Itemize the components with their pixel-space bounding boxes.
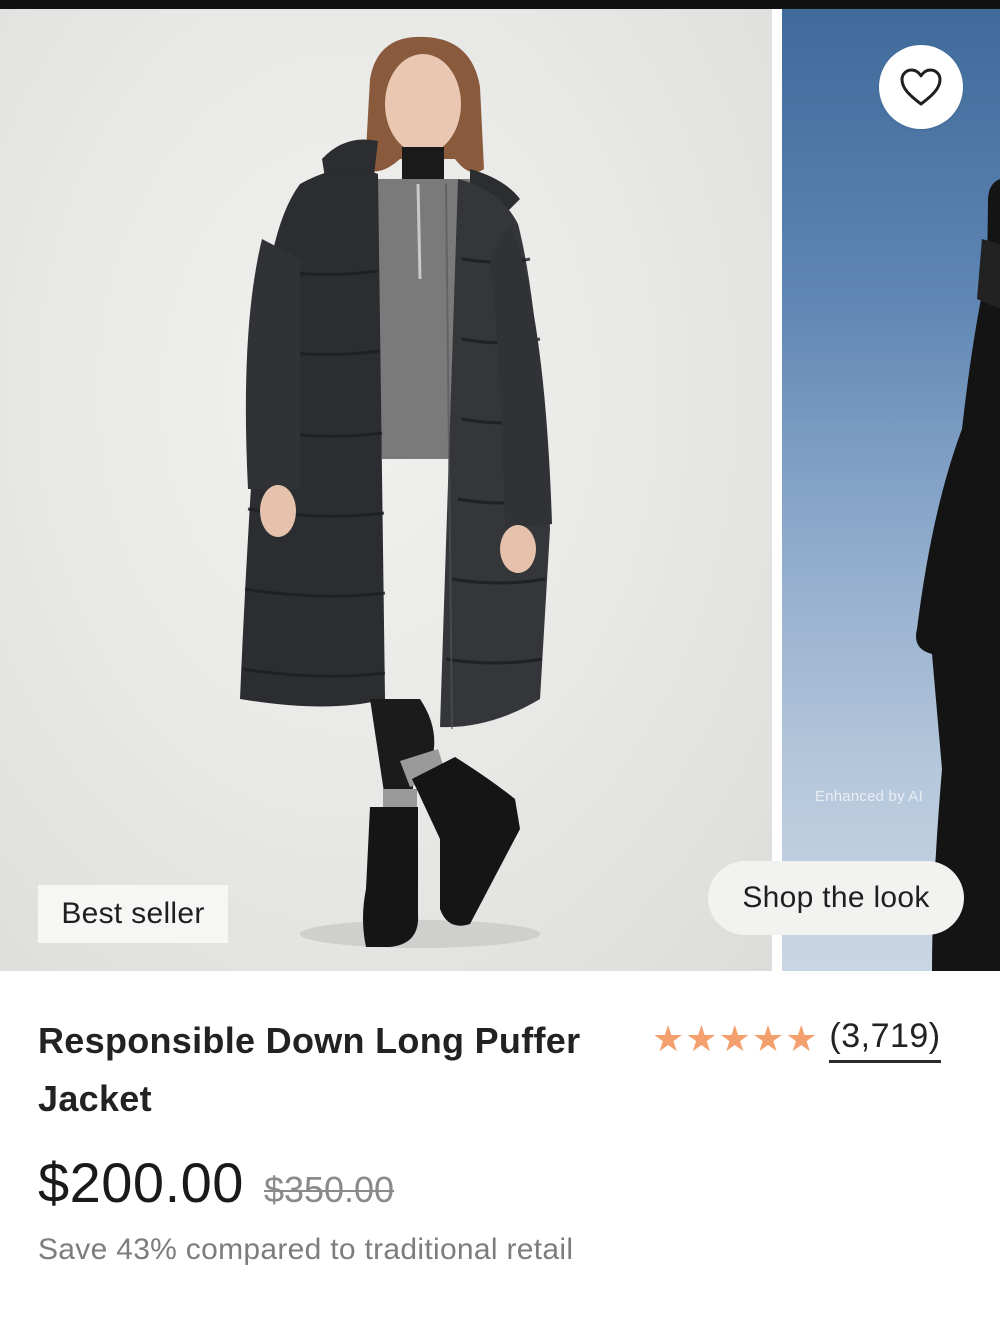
star-icon: ★ bbox=[685, 1017, 718, 1059]
current-price: $200.00 bbox=[38, 1151, 244, 1214]
model-photo bbox=[240, 36, 552, 948]
heart-icon bbox=[899, 67, 943, 107]
product-rating[interactable]: ★ ★ ★ ★ ★ (3,719) bbox=[652, 1014, 941, 1063]
star-icon: ★ bbox=[652, 1017, 685, 1059]
top-edge-bar bbox=[0, 0, 1000, 9]
star-icon: ★ bbox=[785, 1017, 818, 1059]
price-row: $200.00 $350.00 bbox=[38, 1150, 394, 1215]
product-image-next[interactable]: Enhanced by AI bbox=[782, 9, 1000, 971]
product-title: Responsible Down Long Puffer Jacket bbox=[38, 1020, 581, 1119]
original-price: $350.00 bbox=[263, 1169, 395, 1210]
product-image-gallery[interactable]: Best seller Enhanced by AI Shop the look bbox=[0, 9, 1000, 971]
rating-stars: ★ ★ ★ ★ ★ bbox=[652, 1017, 817, 1061]
review-count-link[interactable]: (3,719) bbox=[829, 1014, 941, 1063]
product-image-main[interactable]: Best seller bbox=[0, 9, 772, 971]
shop-the-look-button[interactable]: Shop the look bbox=[708, 861, 964, 935]
star-icon: ★ bbox=[751, 1017, 785, 1059]
star-icon: ★ bbox=[718, 1017, 751, 1059]
next-model-photo bbox=[916, 179, 1000, 971]
enhanced-by-ai-label: Enhanced by AI bbox=[815, 788, 923, 805]
wishlist-button[interactable] bbox=[879, 45, 963, 129]
savings-text: Save 43% compared to traditional retail bbox=[38, 1233, 574, 1266]
best-seller-badge: Best seller bbox=[38, 885, 228, 943]
